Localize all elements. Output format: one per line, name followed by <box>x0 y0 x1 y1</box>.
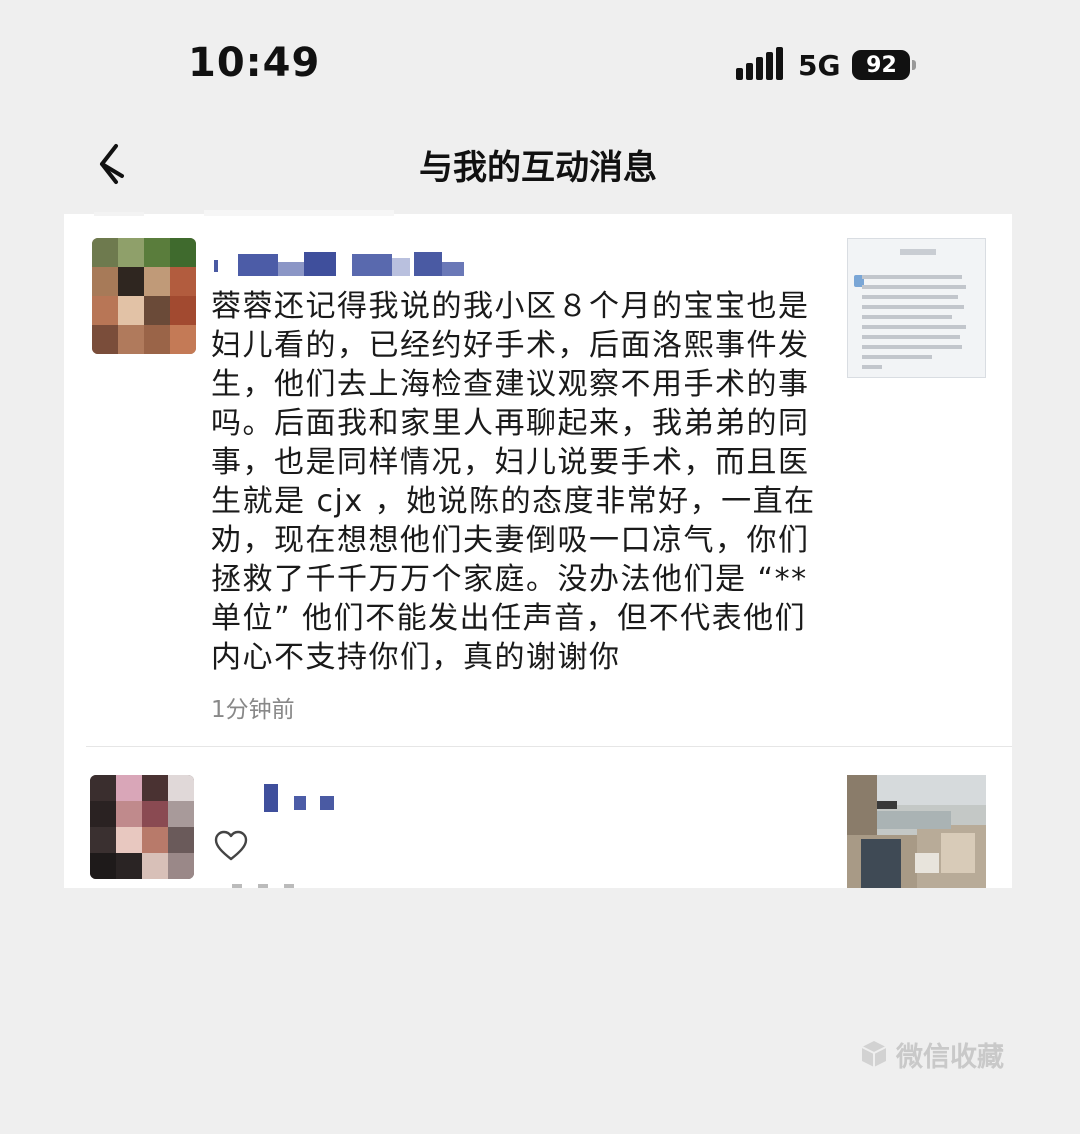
heart-icon <box>214 830 248 861</box>
avatar[interactable] <box>90 775 194 879</box>
battery-level: 92 <box>866 52 897 78</box>
post-thumbnail[interactable] <box>847 238 986 378</box>
message-time: 1分钟前 <box>211 697 295 723</box>
status-indicators: 5G 92 <box>736 44 917 86</box>
like-button[interactable] <box>214 830 248 862</box>
pixelated-username <box>260 782 350 814</box>
message-text: 蓉蓉还记得我说的我小区８个月的宝宝也是妇儿看的，已经约好手术，后面洛熙事件发生，… <box>211 289 816 675</box>
cube-icon <box>861 1041 887 1067</box>
wechat-favorites-watermark: 微信收藏 <box>860 1036 1004 1073</box>
post-thumbnail[interactable] <box>847 775 986 888</box>
avatar[interactable] <box>92 238 196 354</box>
status-time: 10:49 <box>188 40 321 86</box>
pixelated-username <box>214 250 474 282</box>
signal-icon <box>736 47 786 82</box>
cut-off-text <box>214 884 304 888</box>
phone-screen: 10:49 5G 92 与我的互动消息 蓉蓉还记得我说的我小区８个月的宝宝也是妇… <box>64 0 1012 888</box>
battery-icon: 92 <box>852 50 917 80</box>
top-bar: 10:49 5G 92 与我的互动消息 <box>64 0 1012 214</box>
page-title: 与我的互动消息 <box>419 148 657 188</box>
divider <box>86 746 1012 747</box>
network-label: 5G <box>798 48 841 82</box>
watermark-text: 微信收藏 <box>896 1041 1004 1073</box>
edge-fragment <box>94 210 394 218</box>
